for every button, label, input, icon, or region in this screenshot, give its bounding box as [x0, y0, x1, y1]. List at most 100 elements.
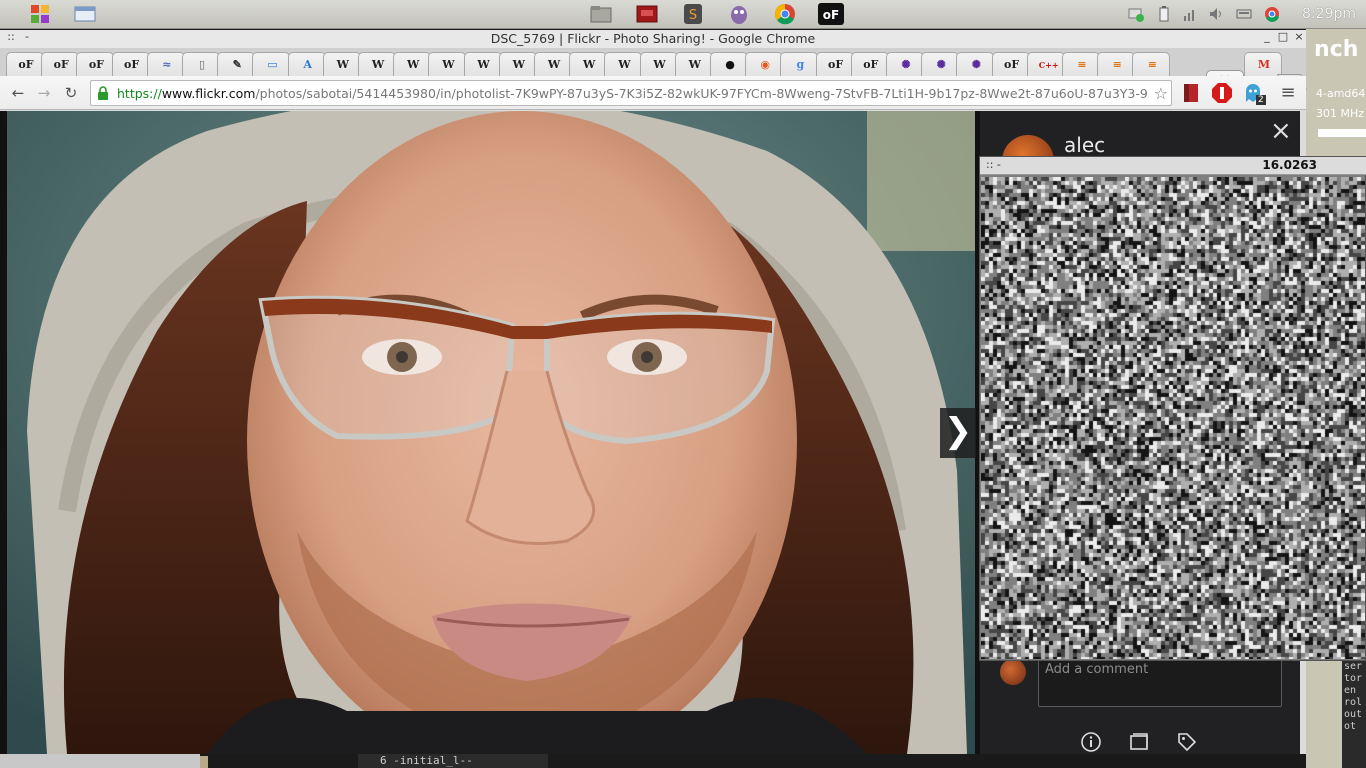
- tab[interactable]: oF: [76, 52, 115, 76]
- tab-favicon-icon: oF: [18, 58, 34, 71]
- tab-favicon-icon: ≡: [1112, 58, 1122, 71]
- conky-cpu-freq: 301 MHz: [1316, 107, 1365, 120]
- tab[interactable]: W: [322, 52, 361, 76]
- tab-favicon-icon: W: [583, 58, 596, 71]
- photo-viewer[interactable]: [7, 111, 975, 754]
- gmail-icon: M: [1257, 58, 1271, 71]
- tag-icon[interactable]: [1176, 731, 1198, 753]
- comment-placeholder: Add a comment: [1045, 662, 1149, 677]
- chrome-tray-icon[interactable]: [1264, 6, 1280, 22]
- tab[interactable]: oF: [850, 52, 889, 76]
- url-text[interactable]: https://www.flickr.com/photos/sabotai/54…: [117, 86, 1147, 101]
- terminal-strip: 6 -initial_l--: [358, 754, 548, 768]
- tab[interactable]: ≡: [1132, 52, 1171, 76]
- tab-favicon-icon: oF: [1004, 58, 1020, 71]
- close-lightbox-button[interactable]: ×: [1270, 118, 1292, 144]
- tab[interactable]: W: [534, 52, 572, 76]
- tab-favicon-icon: W: [547, 58, 561, 71]
- red-app-icon[interactable]: [636, 3, 658, 25]
- tab[interactable]: ≡: [1097, 52, 1136, 76]
- info-icon[interactable]: [1080, 731, 1102, 753]
- tab[interactable]: W: [498, 52, 537, 76]
- tab[interactable]: W: [358, 52, 396, 76]
- tab-favicon-icon: ●: [725, 58, 735, 71]
- noise-app-window[interactable]: :: - 16.0263: [979, 156, 1366, 661]
- clock[interactable]: 8:29pm: [1302, 6, 1356, 22]
- tab[interactable]: ≈: [146, 52, 185, 76]
- volume-icon[interactable]: [1208, 6, 1224, 22]
- framerate-readout: 16.0263: [1262, 158, 1317, 172]
- noise-canvas[interactable]: [981, 177, 1365, 659]
- tab[interactable]: oF: [111, 52, 150, 76]
- back-button[interactable]: ←: [9, 84, 27, 102]
- chrome-menu-button[interactable]: ≡: [1279, 82, 1297, 103]
- window-title: DSC_5769 | Flickr - Photo Sharing! - Goo…: [490, 31, 816, 46]
- applications-menu-icon[interactable]: [29, 3, 51, 25]
- signal-icon[interactable]: [1182, 6, 1198, 22]
- tab[interactable]: W: [393, 52, 432, 76]
- tab[interactable]: g: [780, 52, 819, 76]
- tab[interactable]: W: [569, 52, 608, 76]
- bookmark-star-icon[interactable]: ☆: [1154, 84, 1168, 103]
- noise-window-titlebar[interactable]: :: - 16.0263: [980, 157, 1366, 175]
- tab[interactable]: ▭: [252, 52, 291, 76]
- tab[interactable]: ◉: [745, 52, 784, 76]
- close-window-button[interactable]: ×: [1292, 30, 1306, 43]
- noise-window-grip[interactable]: :: -: [986, 158, 1001, 171]
- tab[interactable]: ✺: [956, 52, 995, 76]
- tab-favicon-icon: ≡: [1077, 58, 1087, 71]
- address-bar[interactable]: https://www.flickr.com/photos/sabotai/54…: [90, 80, 1172, 106]
- tab[interactable]: ≡: [1062, 52, 1100, 76]
- bookmark-extension-icon[interactable]: [1180, 82, 1202, 104]
- tab[interactable]: ●: [710, 52, 748, 76]
- desktop-window-icon[interactable]: [74, 3, 96, 25]
- comment-input[interactable]: Add a comment: [1038, 655, 1282, 707]
- minimize-button[interactable]: _: [1260, 30, 1274, 43]
- network-icon[interactable]: [1128, 6, 1144, 22]
- tab[interactable]: W: [604, 52, 643, 76]
- battery-icon[interactable]: [1156, 6, 1172, 22]
- tab-favicon-icon: oF: [53, 58, 69, 71]
- chrome-icon[interactable]: [774, 3, 796, 25]
- extension-badge: 2: [1256, 95, 1266, 105]
- tab-gmail[interactable]: M: [1244, 52, 1282, 76]
- tab[interactable]: W: [463, 52, 502, 76]
- keyboard-icon[interactable]: [1236, 6, 1252, 22]
- sublime-text-icon[interactable]: S: [682, 3, 704, 25]
- tab[interactable]: W: [428, 52, 467, 76]
- terminal-line: tor: [1344, 673, 1363, 684]
- tab[interactable]: A: [287, 52, 326, 76]
- tab[interactable]: oF: [41, 52, 80, 76]
- album-icon[interactable]: [1128, 731, 1150, 753]
- tab-favicon-icon: ▭: [267, 58, 278, 71]
- tab-favicon-icon: W: [618, 58, 631, 71]
- adblock-icon[interactable]: [1211, 82, 1233, 104]
- window-titlebar[interactable]: :: - DSC_5769 | Flickr - Photo Sharing! …: [0, 30, 1306, 48]
- conky-heading: nch: [1314, 37, 1359, 62]
- tab[interactable]: ▯: [182, 52, 220, 76]
- pidgin-icon[interactable]: [728, 3, 750, 25]
- reload-button[interactable]: ↻: [62, 84, 80, 102]
- tab[interactable]: oF: [991, 52, 1030, 76]
- tab[interactable]: ✎: [217, 52, 256, 76]
- tab[interactable]: ✺: [921, 52, 960, 76]
- forward-button[interactable]: →: [35, 84, 53, 102]
- owner-name[interactable]: alec: [1064, 133, 1105, 157]
- tab[interactable]: W: [674, 52, 713, 76]
- tab[interactable]: oF: [815, 52, 854, 76]
- tab-favicon-icon: W: [512, 58, 525, 71]
- tab[interactable]: C++: [1026, 52, 1065, 76]
- maximize-button[interactable]: □: [1276, 30, 1290, 43]
- taskbar-segment: [200, 756, 208, 768]
- url-path: /photos/sabotai/5414453980/in/photolist-…: [255, 86, 1147, 101]
- file-manager-folder-icon[interactable]: [590, 3, 612, 25]
- tab[interactable]: oF: [6, 52, 44, 76]
- lock-icon: [98, 86, 108, 100]
- tab-favicon-icon: ✺: [936, 58, 946, 71]
- tab[interactable]: W: [639, 52, 678, 76]
- url-host: www.flickr.com: [161, 86, 256, 101]
- next-photo-button[interactable]: ❯: [940, 408, 976, 458]
- openframeworks-icon[interactable]: oF: [818, 3, 844, 25]
- tab[interactable]: ✺: [886, 52, 924, 76]
- tab-favicon-icon: W: [688, 58, 701, 71]
